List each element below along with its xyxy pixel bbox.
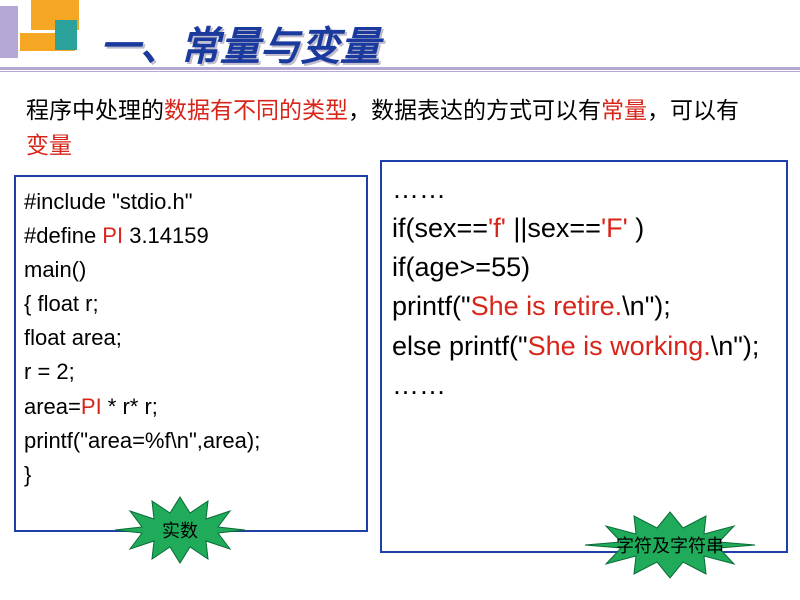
code-line: area=PI * r* r; [24,390,358,424]
code-line: #define PI 3.14159 [24,219,358,253]
intro-seg: ，数据表达的方式可以有 [348,98,601,123]
starburst-label-charstr: 字符及字符串 [616,532,724,558]
title-underline-2 [0,71,800,72]
code-line: if(sex=='f' ||sex=='F' ) [392,209,776,248]
code-box-right: …… if(sex=='f' ||sex=='F' ) if(age>=55) … [380,160,788,553]
code-line: float area; [24,321,358,355]
title-underline [0,67,800,70]
code-line: printf("area=%f\n",area); [24,424,358,458]
code-line: #include "stdio.h" [24,185,358,219]
code-line: printf("She is retire.\n"); [392,287,776,326]
code-line: { float r; [24,287,358,321]
intro-text: 程序中处理的数据有不同的类型，数据表达的方式可以有常量，可以有变量 [26,94,756,163]
code-line: if(age>=55) [392,248,776,287]
code-line: …… [392,366,776,405]
code-line: …… [392,170,776,209]
starburst-real-number: 实数 [110,495,250,565]
slide-title: 一、常量与变量 [100,14,380,72]
intro-seg-red: 变量 [26,133,72,158]
code-line: } [24,458,358,492]
starburst-char-string: 字符及字符串 [580,510,760,580]
intro-seg-red: 数据有不同的类型 [164,98,348,123]
intro-seg-red: 常量 [601,98,647,123]
code-line: main() [24,253,358,287]
intro-seg: 程序中处理的 [26,98,164,123]
intro-seg: ，可以有 [647,98,739,123]
code-line: r = 2; [24,355,358,389]
starburst-label-real: 实数 [162,517,198,543]
code-box-left: #include "stdio.h" #define PI 3.14159 ma… [14,175,368,532]
code-line: else printf("She is working.\n"); [392,327,776,366]
